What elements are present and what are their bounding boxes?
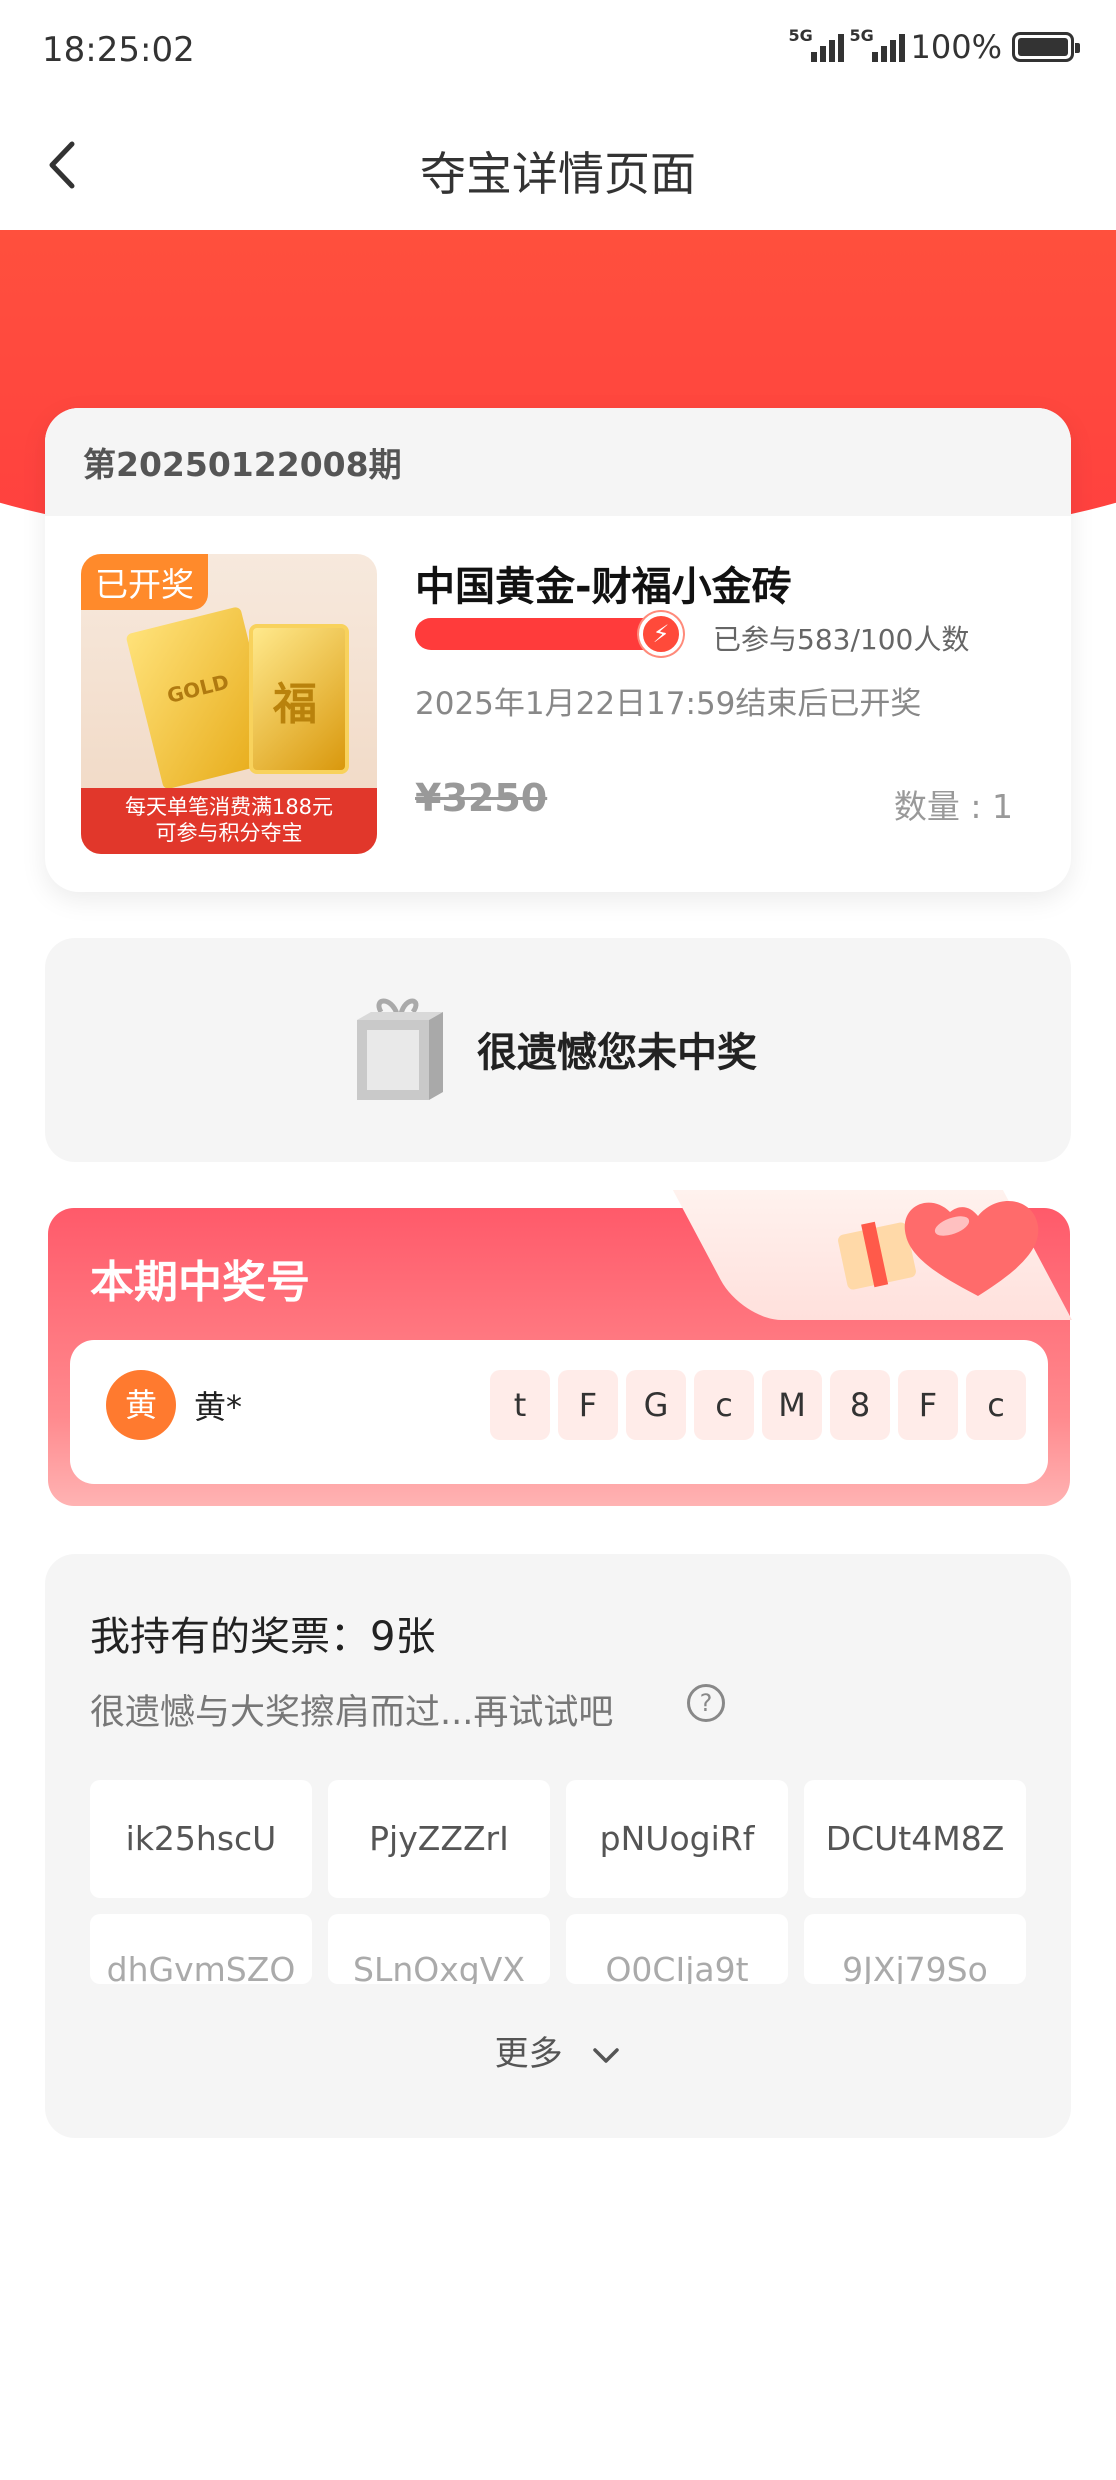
battery-icon [1012, 32, 1080, 62]
code-char: F [898, 1370, 958, 1440]
ticket-code: DCUt4M8Z [804, 1780, 1026, 1898]
signal-icon: 5G [850, 26, 905, 62]
code-char: 8 [830, 1370, 890, 1440]
tickets-title: 我持有的奖票：9张 [90, 1614, 436, 1660]
end-time: 2025年1月22日17:59结束后已开奖 [415, 686, 922, 722]
lightning-icon: ⚡ [639, 612, 683, 656]
code-char: M [762, 1370, 822, 1440]
participant-count: 已参与583/100人数 [713, 623, 970, 656]
avatar: 黄 [106, 1370, 176, 1440]
heart-gift-icon [838, 1201, 1039, 1296]
original-price: ¥3250 [415, 776, 548, 820]
period-number: 第20250122008期 [45, 408, 1071, 516]
ticket-code: 9JXj79So [804, 1914, 1026, 1984]
code-char: c [694, 1370, 754, 1440]
winner-row: 黄 黄* t F G c M 8 F c [70, 1340, 1048, 1484]
participation-progress: ⚡ [415, 612, 683, 656]
quantity: 数量 : 1 [893, 787, 1013, 826]
status-bar: 18:25:02 5G 5G 100% [0, 0, 1116, 100]
code-char: G [626, 1370, 686, 1440]
code-char: F [558, 1370, 618, 1440]
progress-fill [415, 618, 677, 650]
chevron-down-icon [593, 2047, 620, 2063]
result-card: 很遗憾您未中奖 [45, 938, 1071, 1162]
code-char: t [490, 1370, 550, 1440]
product-image: 已开奖 GOLD 福 每天单笔消费满188元 可参与积分夺宝 [81, 554, 377, 854]
product-image-caption: 每天单笔消费满188元 可参与积分夺宝 [81, 788, 377, 854]
gold-pendant-image: 福 [249, 624, 349, 774]
ticket-code: PjyZZZrI [328, 1780, 550, 1898]
winning-number-card: 本期中奖号 黄 黄* t F G c M 8 F c [48, 1190, 1072, 1506]
show-more-label: 更多 [494, 2034, 563, 2074]
help-icon[interactable]: ? [687, 1684, 725, 1722]
winning-number-title: 本期中奖号 [90, 1257, 310, 1308]
ticket-list: ik25hscU PjyZZZrI pNUogiRf DCUt4M8Z dhGv… [90, 1780, 1026, 1984]
nav-bar: 夺宝详情页面 [0, 100, 1116, 230]
network-type-label: 5G [788, 26, 813, 45]
code-char: c [966, 1370, 1026, 1440]
network-type-label: 5G [849, 26, 874, 45]
battery-percent: 100% [910, 28, 1002, 66]
product-name: 中国黄金-财福小金砖 [415, 564, 792, 610]
ticket-code: ik25hscU [90, 1780, 312, 1898]
ticket-code: SLnOxgVX [328, 1914, 550, 1984]
ticket-code: dhGvmSZO [90, 1914, 312, 1984]
empty-gift-box-icon [357, 998, 443, 1100]
winning-code: t F G c M 8 F c [490, 1370, 1026, 1440]
ticket-code: O0CIja9t [566, 1914, 788, 1984]
status-time: 18:25:02 [42, 30, 195, 70]
prize-card[interactable]: 第20250122008期 已开奖 GOLD 福 每天单笔消费满188元 可参与… [45, 408, 1071, 892]
status-indicators: 5G 5G 100% [789, 26, 1080, 66]
signal-icon: 5G [789, 26, 844, 62]
show-more-button[interactable]: 更多 [45, 2026, 1071, 2075]
result-message: 很遗憾您未中奖 [477, 1030, 757, 1076]
tickets-subtitle: 很遗憾与大奖擦肩而过...再试试吧 [90, 1693, 614, 1733]
ticket-code: pNUogiRf [566, 1780, 788, 1898]
winner-name: 黄* [194, 1388, 243, 1426]
page-title: 夺宝详情页面 [420, 147, 696, 201]
status-badge: 已开奖 [81, 554, 208, 610]
my-tickets-card: 我持有的奖票：9张 很遗憾与大奖擦肩而过...再试试吧 ? ik25hscU P… [45, 1554, 1071, 2138]
